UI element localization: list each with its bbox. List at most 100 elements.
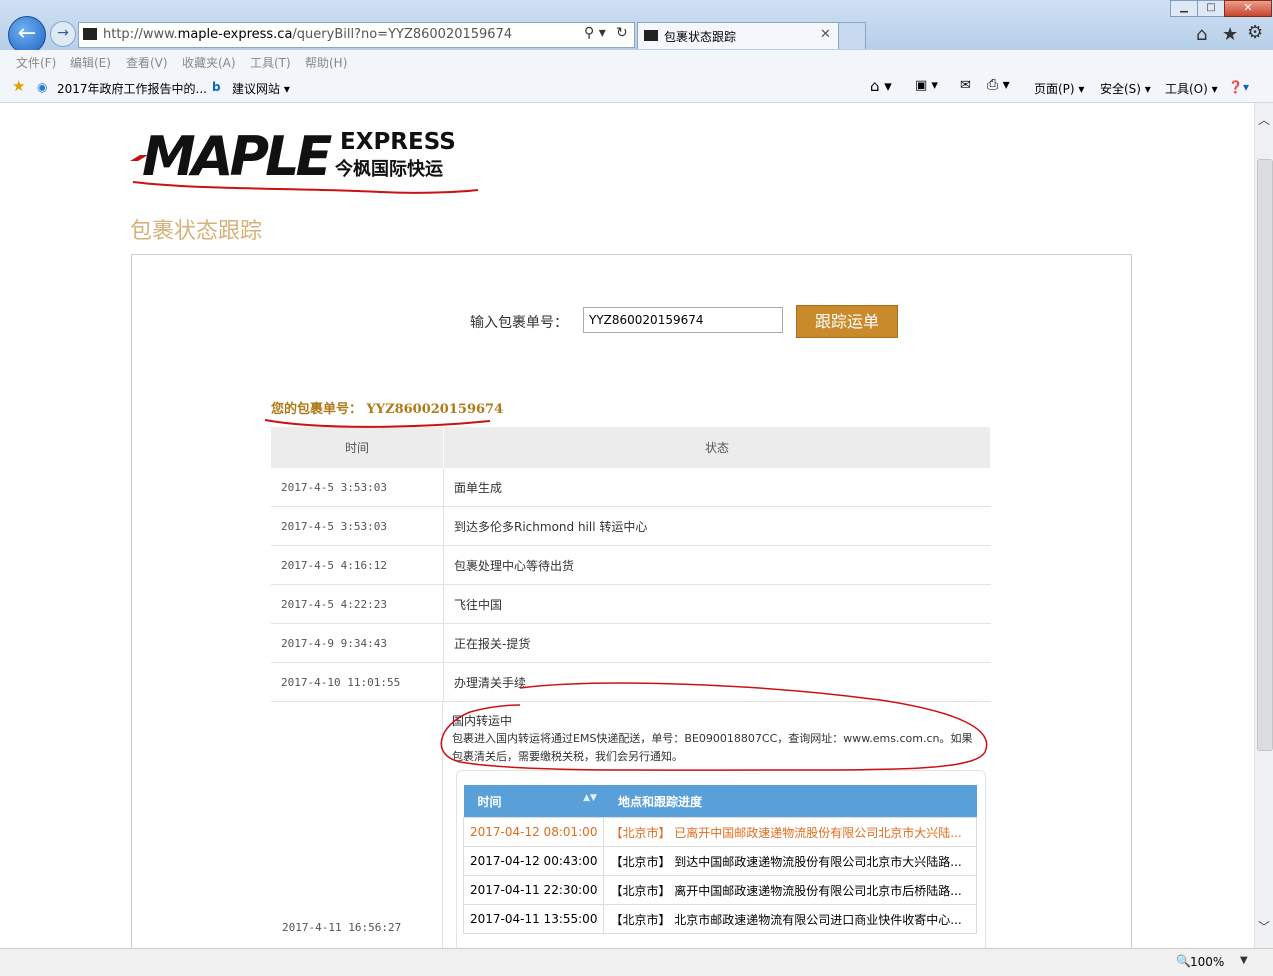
logo-chinese-text: 今枫国际快运 bbox=[335, 158, 443, 180]
ems-row-location: 【北京市】 已离开中国邮政速递物流股份有限公司北京市大兴陆... bbox=[603, 817, 977, 847]
row-time: 2017-4-10 11:01:55 bbox=[271, 662, 444, 702]
forward-arrow-icon[interactable]: → bbox=[50, 21, 76, 47]
back-arrow-icon[interactable]: ← bbox=[8, 16, 46, 54]
help-icon[interactable]: ❓▾ bbox=[1228, 80, 1249, 94]
row-status: 面单生成 bbox=[443, 468, 991, 507]
row-status: 正在报关-提货 bbox=[443, 623, 991, 663]
scroll-down-icon[interactable]: ﹀ bbox=[1255, 918, 1273, 935]
refresh-icon[interactable]: ↻ bbox=[616, 25, 628, 41]
logo-express-text: EXPRESS bbox=[340, 129, 456, 155]
column-header-status: 状态 bbox=[443, 427, 991, 468]
menu-bar: 文件(F) 编辑(E) 查看(V) 收藏夹(A) 工具(T) 帮助(H) bbox=[0, 50, 1273, 74]
ems-row-location: 【北京市】 到达中国邮政速递物流股份有限公司北京市大兴陆路... bbox=[603, 846, 977, 876]
ems-tracking-table: 时间 ▲▼ 地点和跟踪进度 2017-04-12 08:01:00 【北京市】 已离… bbox=[462, 785, 977, 934]
tab-tracking[interactable]: 包裹状态跟踪 ✕ bbox=[637, 22, 839, 49]
logo-brand-text: MAPLE bbox=[142, 125, 333, 188]
ems-column-header-time[interactable]: 时间 ▲▼ bbox=[463, 785, 604, 818]
row-status: 到达多伦多Richmond hill 转运中心 bbox=[443, 506, 991, 546]
browser-titlebar: ← → http://www.maple-express.ca/queryBil… bbox=[0, 0, 1273, 54]
ems-column-header-location: 地点和跟踪进度 bbox=[603, 785, 977, 818]
add-favorite-star-icon[interactable]: ★ bbox=[12, 77, 25, 95]
ems-row[interactable]: 2017-04-12 00:43:00 【北京市】 到达中国邮政速递物流股份有限公… bbox=[462, 846, 977, 876]
row-time: 2017-4-5 4:22:23 bbox=[271, 584, 444, 624]
page-title: 包裹状态跟踪 bbox=[130, 219, 263, 244]
row-time: 2017-4-5 3:53:03 bbox=[271, 506, 444, 546]
home-icon[interactable]: ⌂ bbox=[1196, 24, 1207, 45]
close-window-icon[interactable]: ✕ bbox=[1224, 0, 1272, 17]
row-time: 2017-4-9 9:34:43 bbox=[271, 623, 444, 663]
ems-row-location: 【北京市】 北京市邮政速递物流有限公司进口商业快件收寄中心... bbox=[603, 904, 977, 934]
address-bar[interactable]: http://www.maple-express.ca/queryBill?no… bbox=[78, 22, 635, 48]
new-tab-button[interactable] bbox=[838, 22, 866, 49]
table-row: 2017-4-5 4:16:12 包裹处理中心等待出货 bbox=[271, 545, 991, 585]
table-row: 2017-4-9 9:34:43 正在报关-提货 bbox=[271, 623, 991, 663]
maple-express-logo[interactable]: MAPLE EXPRESS 今枫国际快运 bbox=[130, 125, 480, 200]
row-status: 包裹处理中心等待出货 bbox=[443, 545, 991, 585]
row-time: 2017-4-5 3:53:03 bbox=[271, 468, 444, 507]
column-header-time: 时间 bbox=[271, 427, 444, 468]
scroll-up-icon[interactable]: ︿ bbox=[1255, 111, 1273, 128]
bing-icon: b bbox=[212, 80, 221, 94]
row-time-last: 2017-4-11 16:56:27 bbox=[282, 921, 402, 934]
scroll-thumb[interactable] bbox=[1257, 159, 1273, 751]
tracking-header-row: 时间 状态 bbox=[271, 427, 991, 468]
table-row: 2017-4-5 3:53:03 面单生成 bbox=[271, 468, 991, 507]
ems-row[interactable]: 2017-04-11 22:30:00 【北京市】 离开中国邮政速递物流股份有限公… bbox=[462, 875, 977, 905]
favorites-bar: ★ ◉ 2017年政府工作报告中的... b 建议网站 ▾ ⌂ ▾ ▣ ▾ ✉ … bbox=[0, 74, 1273, 103]
ems-header-row: 时间 ▲▼ 地点和跟踪进度 bbox=[463, 785, 977, 818]
chevron-down-icon[interactable]: ▼ bbox=[1240, 955, 1248, 966]
close-tab-icon[interactable]: ✕ bbox=[820, 27, 831, 42]
last-status-description: 包裹进入国内转运将通过EMS快递配送，单号：BE090018807CC，查询网址… bbox=[452, 732, 973, 763]
gear-icon[interactable]: ⚙ bbox=[1247, 22, 1263, 43]
address-url[interactable]: http://www.maple-express.ca/queryBill?no… bbox=[103, 27, 512, 42]
row-status: 飞往中国 bbox=[443, 584, 991, 624]
ems-row[interactable]: 2017-04-12 08:01:00 【北京市】 已离开中国邮政速递物流股份有限… bbox=[462, 817, 977, 847]
favorites-star-icon[interactable]: ★ bbox=[1222, 24, 1238, 45]
sort-arrows-icon[interactable]: ▲▼ bbox=[583, 793, 597, 803]
last-status-title: 国内转运中 bbox=[452, 714, 513, 728]
zoom-level[interactable]: 100% bbox=[1190, 955, 1224, 969]
menu-tools[interactable]: 工具(T) bbox=[250, 54, 291, 71]
menu-favorites[interactable]: 收藏夹(A) bbox=[182, 54, 236, 71]
favorite-link-report[interactable]: 2017年政府工作报告中的... bbox=[57, 80, 207, 97]
vertical-scrollbar[interactable]: ︿ ﹀ bbox=[1254, 103, 1273, 948]
ems-row-time: 2017-04-12 00:43:00 bbox=[462, 846, 605, 876]
ems-row-location: 【北京市】 离开中国邮政速递物流股份有限公司北京市后桥陆路... bbox=[603, 875, 977, 905]
menu-help[interactable]: 帮助(H) bbox=[305, 54, 347, 71]
maximize-window-icon[interactable]: □ bbox=[1197, 0, 1225, 17]
menu-file[interactable]: 文件(F) bbox=[16, 54, 56, 71]
ems-row-time: 2017-04-11 13:55:00 bbox=[462, 904, 605, 934]
tracking-table: 时间 状态 2017-4-5 3:53:03 面单生成 2017-4-5 3:53… bbox=[271, 427, 991, 702]
table-row: 2017-4-5 4:22:23 飞往中国 bbox=[271, 584, 991, 624]
table-row: 2017-4-10 11:01:55 办理清关手续 bbox=[271, 662, 991, 702]
safety-menu[interactable]: 安全(S) ▾ bbox=[1100, 80, 1151, 97]
row-status-last: 国内转运中 包裹进入国内转运将通过EMS快递配送，单号：BE090018807C… bbox=[452, 712, 982, 766]
page-menu[interactable]: 页面(P) ▾ bbox=[1034, 80, 1084, 97]
status-bar: 🔍 100% ▼ bbox=[0, 948, 1273, 976]
feeds-icon[interactable]: ▣ ▾ bbox=[915, 78, 938, 93]
menu-edit[interactable]: 编辑(E) bbox=[70, 54, 111, 71]
table-row: 2017-4-5 3:53:03 到达多伦多Richmond hill 转运中心 bbox=[271, 506, 991, 546]
home-toolbar-icon[interactable]: ⌂ ▾ bbox=[870, 77, 892, 95]
row-time: 2017-4-5 4:16:12 bbox=[271, 545, 444, 585]
mail-icon[interactable]: ✉ bbox=[960, 78, 971, 93]
row-status: 办理清关手续 bbox=[443, 662, 991, 702]
column-divider bbox=[442, 701, 443, 951]
tab-favicon-icon bbox=[644, 30, 658, 41]
tools-menu[interactable]: 工具(O) ▾ bbox=[1165, 80, 1218, 97]
search-icon[interactable]: ⚲ ▾ bbox=[584, 25, 606, 41]
site-favicon-icon bbox=[83, 28, 97, 40]
ems-row-time: 2017-04-11 22:30:00 bbox=[462, 875, 605, 905]
minimize-window-icon[interactable]: ▁ bbox=[1170, 0, 1198, 17]
bill-number-input[interactable] bbox=[583, 307, 783, 333]
news-icon: ◉ bbox=[37, 80, 48, 94]
track-button[interactable]: 跟踪运单 bbox=[796, 305, 898, 338]
search-label: 输入包裹单号： bbox=[470, 315, 568, 331]
favorite-link-suggested[interactable]: 建议网站 ▾ bbox=[232, 80, 290, 97]
print-icon[interactable]: ⎙ ▾ bbox=[987, 77, 1010, 93]
menu-view[interactable]: 查看(V) bbox=[126, 54, 168, 71]
tab-title: 包裹状态跟踪 bbox=[664, 30, 737, 44]
zoom-icon[interactable]: 🔍 bbox=[1176, 954, 1191, 968]
ems-row-time: 2017-04-12 08:01:00 bbox=[462, 817, 605, 847]
ems-row[interactable]: 2017-04-11 13:55:00 【北京市】 北京市邮政速递物流有限公司进口… bbox=[462, 904, 977, 934]
